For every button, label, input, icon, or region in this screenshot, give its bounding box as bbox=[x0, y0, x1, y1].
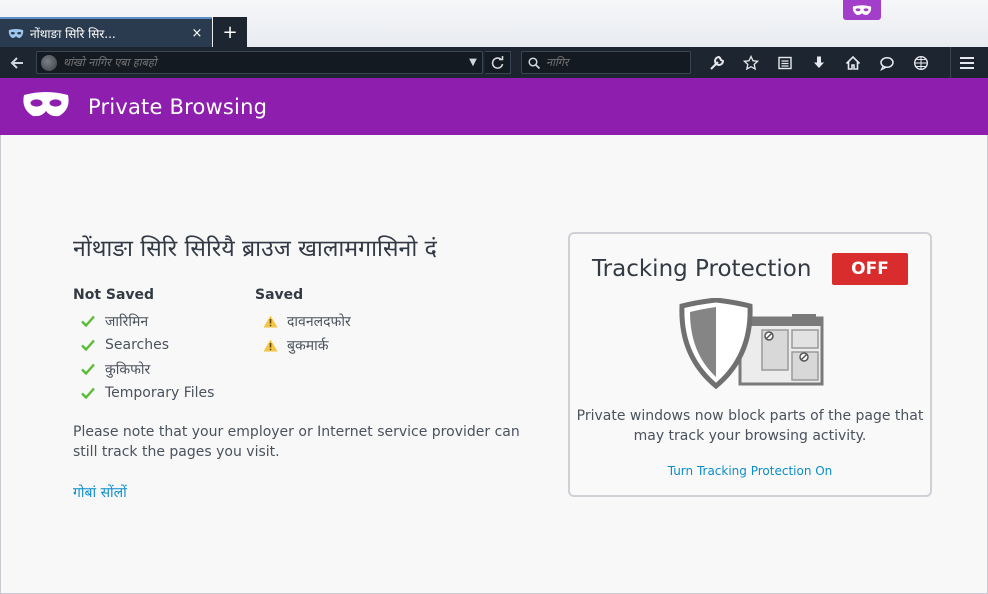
chat-icon[interactable] bbox=[870, 47, 904, 78]
tab-private-browsing[interactable]: नोंथाङा सिरि सिर... × bbox=[0, 17, 212, 48]
checkmark-icon bbox=[81, 339, 105, 351]
list-item: Temporary Files bbox=[73, 381, 214, 405]
checkmark-icon bbox=[81, 315, 105, 327]
warning-icon bbox=[263, 315, 287, 328]
hamburger-menu-icon bbox=[959, 56, 974, 69]
wrench-icon[interactable] bbox=[700, 47, 734, 78]
url-input[interactable] bbox=[63, 56, 464, 69]
new-tab-button[interactable]: + bbox=[213, 17, 247, 48]
download-icon[interactable] bbox=[802, 47, 836, 78]
back-button[interactable] bbox=[6, 52, 28, 74]
close-tab-icon[interactable]: × bbox=[190, 26, 204, 41]
back-arrow-icon bbox=[10, 56, 23, 69]
list-item: दावनलदफोर bbox=[255, 309, 351, 333]
search-icon bbox=[528, 56, 540, 69]
private-browsing-header: Private Browsing bbox=[0, 78, 988, 135]
saved-title: Saved bbox=[255, 287, 304, 303]
list-item-label: बुकमार्क bbox=[287, 337, 329, 354]
checkmark-icon bbox=[81, 363, 105, 375]
site-identity-icon[interactable] bbox=[41, 54, 57, 71]
warning-icon bbox=[263, 339, 287, 352]
learn-more-link[interactable]: गोबां सोंलों bbox=[73, 483, 127, 502]
home-icon[interactable] bbox=[836, 47, 870, 78]
url-bar[interactable]: ▼ bbox=[36, 51, 483, 74]
tracking-protection-toggle[interactable]: OFF bbox=[832, 253, 908, 285]
list-item-label: जारिमिन bbox=[105, 313, 149, 330]
tracking-protection-panel: Tracking Protection OFF Private windows … bbox=[568, 232, 932, 497]
page-panel-icon bbox=[738, 314, 824, 386]
list-item-label: कुकिफोर bbox=[105, 361, 151, 378]
reader-icon[interactable] bbox=[768, 47, 802, 78]
saved-section: Saved दावनलदफोर बुकमार्क bbox=[255, 287, 351, 357]
list-item: कुकिफोर bbox=[73, 357, 214, 381]
search-bar[interactable] bbox=[521, 51, 691, 74]
not-saved-section: Not Saved जारिमिन Searches कुकिफोर Tempo… bbox=[73, 287, 214, 405]
page-content: नोंथाङा सिरि सिरियै ब्राउज खालामगासिनो द… bbox=[0, 135, 988, 594]
private-browsing-indicator-icon bbox=[843, 0, 881, 20]
toolbar-icons bbox=[700, 47, 938, 78]
private-mask-icon bbox=[8, 28, 24, 40]
not-saved-title: Not Saved bbox=[73, 287, 155, 303]
private-browsing-heading: नोंथाङा सिरि सिरियै ब्राउज खालामगासिनो द… bbox=[73, 236, 437, 262]
star-icon[interactable] bbox=[734, 47, 768, 78]
tracking-protection-description: Private windows now block parts of the p… bbox=[576, 408, 924, 444]
tracking-protection-title: Tracking Protection bbox=[592, 256, 812, 282]
list-item-label: Searches bbox=[105, 337, 170, 353]
list-item-label: दावनलदफोर bbox=[287, 313, 351, 330]
menu-button[interactable] bbox=[950, 47, 982, 78]
navigation-toolbar: ▼ bbox=[0, 47, 988, 78]
privacy-note: Please note that your employer or Intern… bbox=[73, 424, 520, 460]
list-item: जारिमिन bbox=[73, 309, 214, 333]
list-item-label: Temporary Files bbox=[105, 385, 215, 401]
list-item: Searches bbox=[73, 333, 214, 357]
checkmark-icon bbox=[81, 387, 105, 399]
search-input[interactable] bbox=[546, 56, 690, 69]
list-item: बुकमार्क bbox=[255, 333, 351, 357]
tracking-protection-illustration bbox=[678, 297, 828, 394]
globe-grid-icon[interactable] bbox=[904, 47, 938, 78]
browser-window: नोंथाङा सिरि सिर... × + ▼ bbox=[0, 0, 988, 594]
url-history-dropdown-icon[interactable]: ▼ bbox=[464, 57, 482, 68]
reload-icon bbox=[491, 56, 504, 69]
tab-title: नोंथाङा सिरि सिर... bbox=[30, 27, 116, 41]
turn-tracking-protection-on-link[interactable]: Turn Tracking Protection On bbox=[570, 464, 930, 478]
private-mask-icon bbox=[22, 91, 70, 122]
tab-strip: नोंथाङा सिरि सिर... × + bbox=[0, 0, 988, 48]
reload-button[interactable] bbox=[485, 51, 511, 74]
page-title: Private Browsing bbox=[88, 94, 268, 119]
